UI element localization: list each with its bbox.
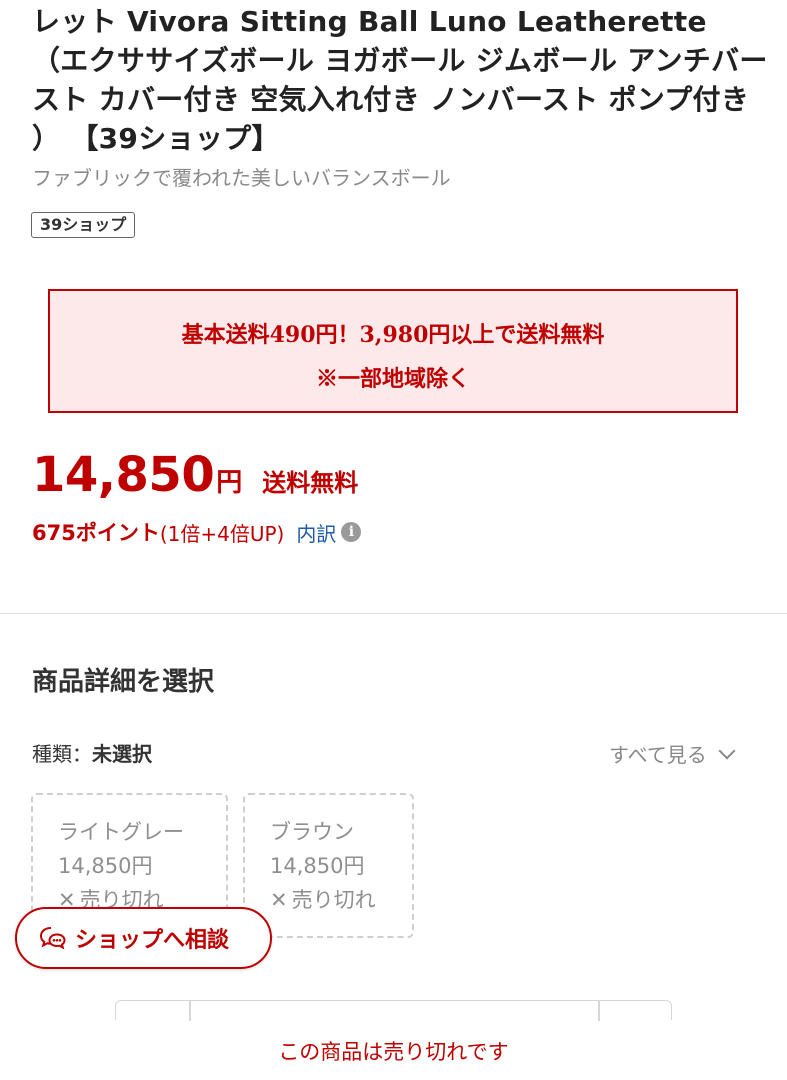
see-all-button[interactable]: すべて見る (609, 739, 736, 768)
shop-badge: 39ショップ (31, 212, 136, 238)
variant-price: 14,850円 (270, 854, 365, 878)
info-icon[interactable]: i (341, 522, 362, 542)
points-row: 675ポイント (1倍+4倍UP) 内訳 i (32, 517, 362, 547)
free-shipping-label: 送料無料 (262, 469, 359, 497)
variant-status-text: 売り切れ (291, 888, 376, 912)
variant-status: ✕ 売り切れ (270, 883, 412, 917)
quantity-stepper[interactable] (115, 1000, 672, 1021)
price-currency: 円 (216, 468, 243, 498)
shipping-notice: 基本送料490円！3,980円以上で送料無料 ※一部地域除く (48, 289, 738, 413)
consult-shop-label: ショップへ相談 (75, 928, 230, 953)
sold-out-x-icon: ✕ (270, 888, 288, 912)
variant-name: ライトグレー (58, 820, 184, 844)
shipping-notice-line2: ※一部地域除く (315, 366, 470, 392)
type-label: 種類： (32, 742, 92, 766)
quantity-divider (598, 1001, 600, 1021)
price-amount: 14,850 (32, 447, 215, 503)
quantity-divider (189, 1001, 191, 1021)
points-multiplier: (1倍+4倍UP) (159, 521, 285, 546)
sold-out-message: この商品は売り切れです (278, 1040, 509, 1064)
product-title: レット Vivora Sitting Ball Luno Leatherette… (32, 5, 768, 155)
variant-option-brown[interactable]: ブラウン 14,850円 ✕ 売り切れ (243, 793, 414, 938)
chevron-down-icon (718, 742, 736, 759)
section-divider (0, 613, 787, 614)
product-subtitle: ファブリックで覆われた美しいバランスボール (32, 166, 451, 190)
variant-price: 14,850円 (58, 854, 153, 878)
options-section-title: 商品詳細を選択 (32, 667, 215, 697)
points-amount: 675ポイント (32, 521, 160, 545)
see-all-label: すべて見る (609, 743, 707, 767)
type-value: 未選択 (92, 742, 152, 766)
chat-bubble-icon (39, 927, 66, 950)
variant-name: ブラウン (270, 820, 354, 844)
consult-shop-button[interactable]: ショップへ相談 (15, 907, 272, 969)
shipping-notice-line1: 基本送料490円！3,980円以上で送料無料 (181, 322, 605, 348)
points-breakdown-link[interactable]: 内訳 (296, 518, 336, 547)
type-selector-label: 種類：未選択 (32, 738, 152, 767)
price-row: 14,850 円 送料無料 (32, 447, 358, 503)
